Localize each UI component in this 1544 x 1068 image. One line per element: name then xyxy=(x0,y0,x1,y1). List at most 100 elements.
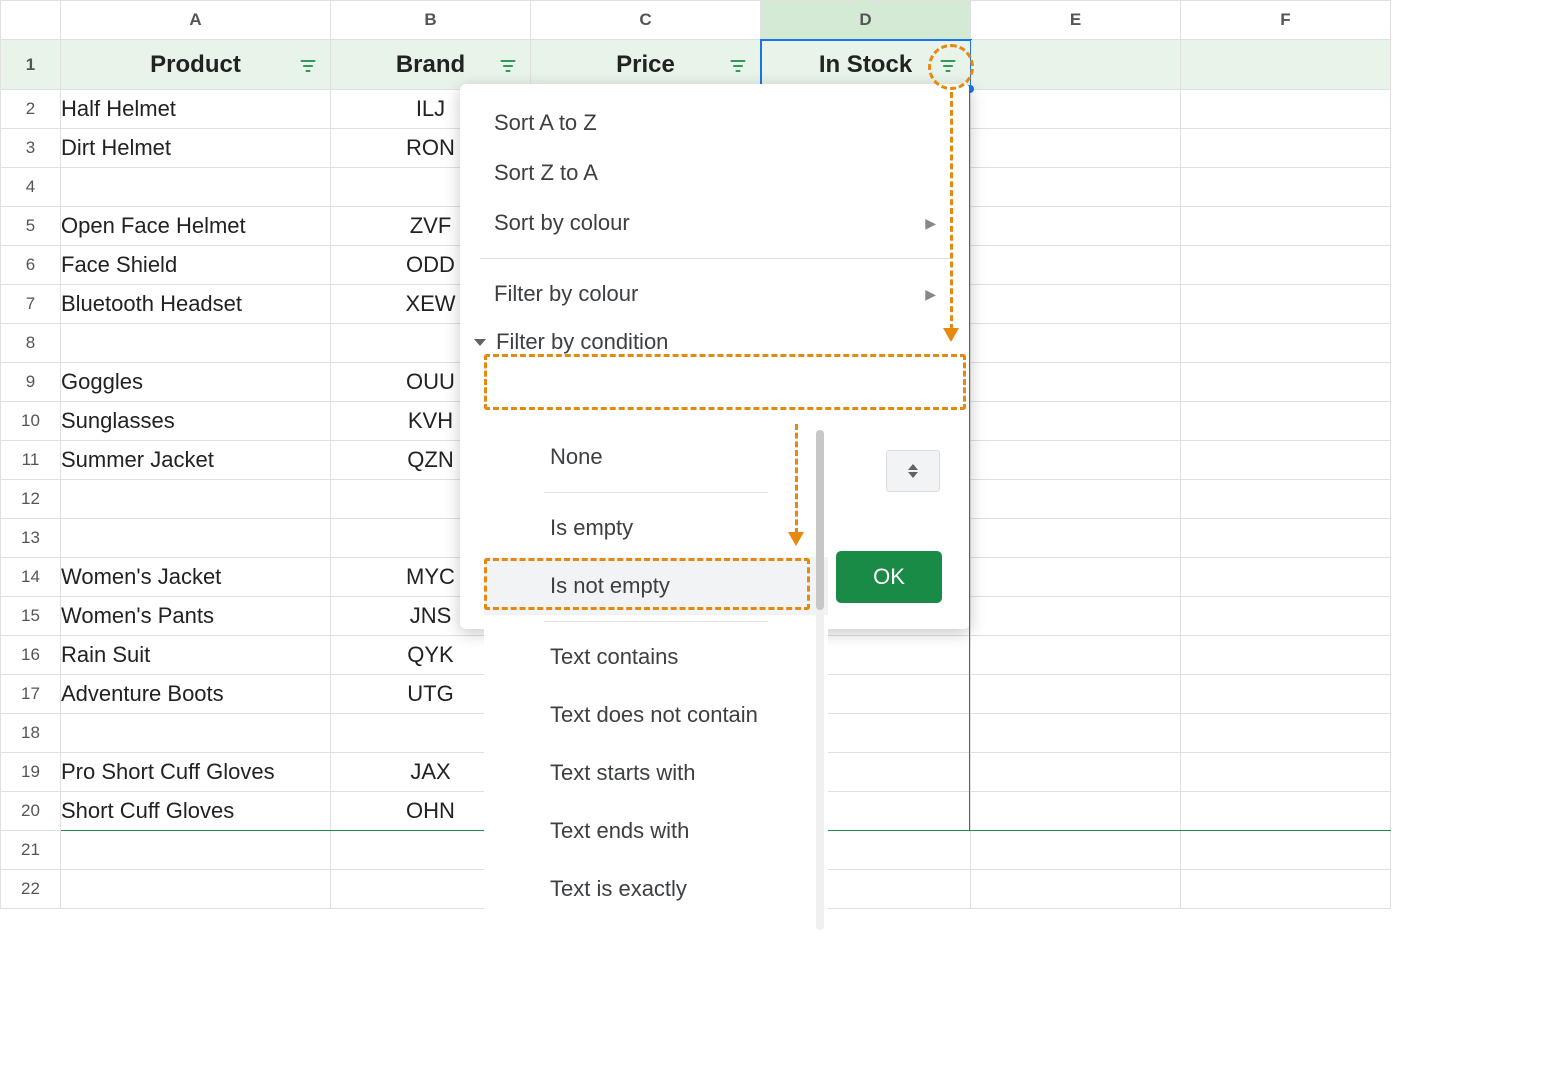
row-header-12[interactable]: 12 xyxy=(1,480,61,519)
cell-E19[interactable] xyxy=(971,753,1181,792)
cell-A5[interactable]: Open Face Helmet xyxy=(61,207,331,246)
cell-E11[interactable] xyxy=(971,441,1181,480)
cell-F9[interactable] xyxy=(1181,363,1391,402)
row-header-16[interactable]: 16 xyxy=(1,636,61,675)
cell-E9[interactable] xyxy=(971,363,1181,402)
cell-F21[interactable] xyxy=(1181,831,1391,870)
cell-A1[interactable]: Product xyxy=(61,40,331,90)
cell-A3[interactable]: Dirt Helmet xyxy=(61,129,331,168)
cell-F3[interactable] xyxy=(1181,129,1391,168)
condition-text-exactly[interactable]: Text is exactly xyxy=(484,860,828,918)
filter-icon[interactable] xyxy=(298,55,318,75)
cell-E15[interactable] xyxy=(971,597,1181,636)
row-header-13[interactable]: 13 xyxy=(1,519,61,558)
cell-A19[interactable]: Pro Short Cuff Gloves xyxy=(61,753,331,792)
cell-A15[interactable]: Women's Pants xyxy=(61,597,331,636)
menu-sort-za[interactable]: Sort Z to A xyxy=(460,148,970,198)
cell-F15[interactable] xyxy=(1181,597,1391,636)
row-header-2[interactable]: 2 xyxy=(1,90,61,129)
filter-icon[interactable] xyxy=(938,55,958,75)
cell-F5[interactable] xyxy=(1181,207,1391,246)
select-all-corner[interactable] xyxy=(1,1,61,40)
cell-E3[interactable] xyxy=(971,129,1181,168)
col-header-A[interactable]: A xyxy=(61,1,331,40)
cell-F22[interactable] xyxy=(1181,870,1391,909)
scrollbar[interactable] xyxy=(816,430,824,930)
menu-sort-colour[interactable]: Sort by colour▶ xyxy=(460,198,970,248)
cell-F11[interactable] xyxy=(1181,441,1391,480)
cell-A18[interactable] xyxy=(61,714,331,753)
row-header-8[interactable]: 8 xyxy=(1,324,61,363)
cell-F6[interactable] xyxy=(1181,246,1391,285)
condition-none[interactable]: None xyxy=(484,428,828,486)
cell-C1[interactable]: Price xyxy=(531,40,761,90)
cell-F4[interactable] xyxy=(1181,168,1391,207)
cell-F18[interactable] xyxy=(1181,714,1391,753)
cell-A4[interactable] xyxy=(61,168,331,207)
cell-E5[interactable] xyxy=(971,207,1181,246)
cell-A17[interactable]: Adventure Boots xyxy=(61,675,331,714)
cell-A14[interactable]: Women's Jacket xyxy=(61,558,331,597)
row-header-1[interactable]: 1 xyxy=(1,40,61,90)
cell-E6[interactable] xyxy=(971,246,1181,285)
cell-E12[interactable] xyxy=(971,480,1181,519)
cell-E4[interactable] xyxy=(971,168,1181,207)
cell-A7[interactable]: Bluetooth Headset xyxy=(61,285,331,324)
row-header-6[interactable]: 6 xyxy=(1,246,61,285)
condition-is-not-empty[interactable]: Is not empty xyxy=(484,557,828,615)
cell-D1[interactable]: In Stock xyxy=(761,40,971,90)
cell-A20[interactable]: Short Cuff Gloves xyxy=(61,792,331,831)
cell-A16[interactable]: Rain Suit xyxy=(61,636,331,675)
cell-B1[interactable]: Brand xyxy=(331,40,531,90)
row-header-17[interactable]: 17 xyxy=(1,675,61,714)
row-header-5[interactable]: 5 xyxy=(1,207,61,246)
row-header-22[interactable]: 22 xyxy=(1,870,61,909)
cell-E8[interactable] xyxy=(971,324,1181,363)
cell-E21[interactable] xyxy=(971,831,1181,870)
row-header-14[interactable]: 14 xyxy=(1,558,61,597)
cell-A11[interactable]: Summer Jacket xyxy=(61,441,331,480)
col-header-D[interactable]: D xyxy=(761,1,971,40)
cell-A8[interactable] xyxy=(61,324,331,363)
cell-F8[interactable] xyxy=(1181,324,1391,363)
cell-F12[interactable] xyxy=(1181,480,1391,519)
row-header-11[interactable]: 11 xyxy=(1,441,61,480)
scrollbar-thumb[interactable] xyxy=(816,430,824,610)
condition-text-starts[interactable]: Text starts with xyxy=(484,744,828,802)
cell-F1[interactable] xyxy=(1181,40,1391,90)
cell-A12[interactable] xyxy=(61,480,331,519)
cell-E20[interactable] xyxy=(971,792,1181,831)
menu-sort-az[interactable]: Sort A to Z xyxy=(460,98,970,148)
condition-is-empty[interactable]: Is empty xyxy=(484,499,828,557)
menu-filter-condition[interactable]: Filter by condition xyxy=(460,319,970,365)
cell-E7[interactable] xyxy=(971,285,1181,324)
row-header-18[interactable]: 18 xyxy=(1,714,61,753)
row-header-4[interactable]: 4 xyxy=(1,168,61,207)
cell-E2[interactable] xyxy=(971,90,1181,129)
cell-F10[interactable] xyxy=(1181,402,1391,441)
cell-A22[interactable] xyxy=(61,870,331,909)
cell-E22[interactable] xyxy=(971,870,1181,909)
cell-E16[interactable] xyxy=(971,636,1181,675)
col-header-B[interactable]: B xyxy=(331,1,531,40)
row-header-10[interactable]: 10 xyxy=(1,402,61,441)
cell-F17[interactable] xyxy=(1181,675,1391,714)
cell-A6[interactable]: Face Shield xyxy=(61,246,331,285)
filter-icon[interactable] xyxy=(728,55,748,75)
cell-E18[interactable] xyxy=(971,714,1181,753)
row-header-19[interactable]: 19 xyxy=(1,753,61,792)
cell-A9[interactable]: Goggles xyxy=(61,363,331,402)
row-header-15[interactable]: 15 xyxy=(1,597,61,636)
row-header-9[interactable]: 9 xyxy=(1,363,61,402)
row-header-20[interactable]: 20 xyxy=(1,792,61,831)
menu-filter-colour[interactable]: Filter by colour▶ xyxy=(460,269,970,319)
cell-A10[interactable]: Sunglasses xyxy=(61,402,331,441)
row-header-3[interactable]: 3 xyxy=(1,129,61,168)
condition-select-box[interactable] xyxy=(886,450,940,492)
cell-F16[interactable] xyxy=(1181,636,1391,675)
cell-A21[interactable] xyxy=(61,831,331,870)
cell-A13[interactable] xyxy=(61,519,331,558)
cell-F19[interactable] xyxy=(1181,753,1391,792)
ok-button[interactable]: OK xyxy=(836,551,942,603)
cell-F7[interactable] xyxy=(1181,285,1391,324)
